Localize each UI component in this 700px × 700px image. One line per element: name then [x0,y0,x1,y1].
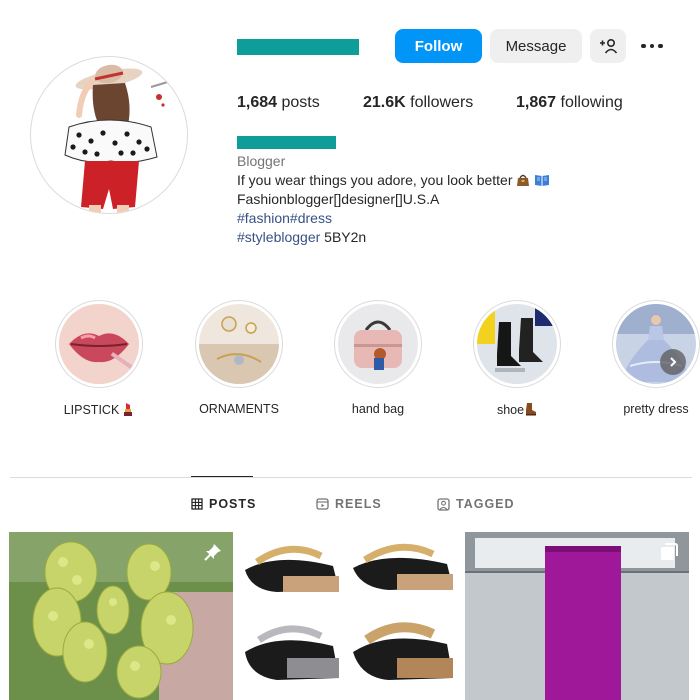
bio-line: #styleblogger 5BY2n [237,228,366,247]
follow-button[interactable]: Follow [395,29,482,63]
tab-reels-label: REELS [335,497,382,511]
highlights-next-button[interactable] [660,349,686,375]
profile-avatar[interactable] [30,56,188,214]
followers-count: 21.6K [363,94,406,111]
more-options-icon[interactable] [638,35,666,57]
highlight-ornaments[interactable] [195,300,283,388]
bio-line: If you wear things you adore, you look b… [237,171,550,190]
posts-stat[interactable]: 1,684 posts [237,94,320,112]
boots-image [477,304,557,384]
following-count: 1,867 [516,94,557,111]
handbag-emoji-icon [517,174,530,186]
tabs-divider [10,477,692,478]
tagged-person-icon [437,497,450,511]
highlight-label: ORNAMENTS [199,402,279,416]
post-thumbnail[interactable] [237,532,461,700]
bio-text: 5BY2n [320,229,367,245]
fashion-illustration-image [64,64,172,213]
fabric-photo [465,532,689,700]
followers-stat[interactable]: 21.6K followers [363,94,473,112]
tab-posts[interactable]: POSTS [191,497,256,511]
highlight-label: LIPSTICK [39,402,159,417]
tab-posts-label: POSTS [209,497,257,511]
highlight-hand-bag[interactable] [334,300,422,388]
active-tab-indicator [191,476,253,477]
posts-label: posts [277,94,320,111]
username-redacted [237,39,359,55]
pin-icon [204,544,221,561]
handbag-image [338,304,418,384]
tab-tagged-label: TAGGED [456,497,515,511]
following-label: following [556,94,623,111]
reels-icon [316,498,329,510]
tab-reels[interactable]: REELS [316,497,382,511]
grid-icon [191,498,203,510]
posts-count: 1,684 [237,94,278,111]
book-emoji-icon [535,175,550,186]
highlight-label: hand bag [351,402,405,416]
bio-hashtags[interactable]: #fashion#dress [237,209,332,228]
add-user-button[interactable] [590,29,626,63]
highlight-label: shoe [457,402,577,417]
profile-category: Blogger [237,153,286,169]
highlight-pretty-dress[interactable] [612,300,700,388]
post-thumbnail[interactable] [9,532,233,700]
gown-image [616,304,696,384]
person-plus-icon [600,38,618,54]
bio-line: Fashionblogger[]designer[]U.S.A [237,191,440,207]
post-thumbnail[interactable] [465,532,689,700]
bio-text: If you wear things you adore, you look b… [237,172,513,188]
carousel-icon [661,543,678,560]
highlight-lipstick[interactable] [55,300,143,388]
hashtag-link[interactable]: #styleblogger [237,229,320,245]
message-button[interactable]: Message [490,29,582,63]
tab-tagged[interactable]: TAGGED [437,497,515,511]
lipstick-emoji-icon [124,403,133,416]
chevron-right-icon [670,357,677,367]
sandals-photo [237,532,461,700]
lips-image [59,304,139,384]
grapes-photo [9,532,233,700]
highlight-label: pretty dress [623,402,689,416]
highlight-shoe[interactable] [473,300,561,388]
following-stat[interactable]: 1,867 following [516,94,623,112]
followers-label: followers [405,94,474,111]
display-name-redacted [237,136,336,149]
boot-emoji-icon [526,403,537,416]
jewelry-image [199,304,279,384]
